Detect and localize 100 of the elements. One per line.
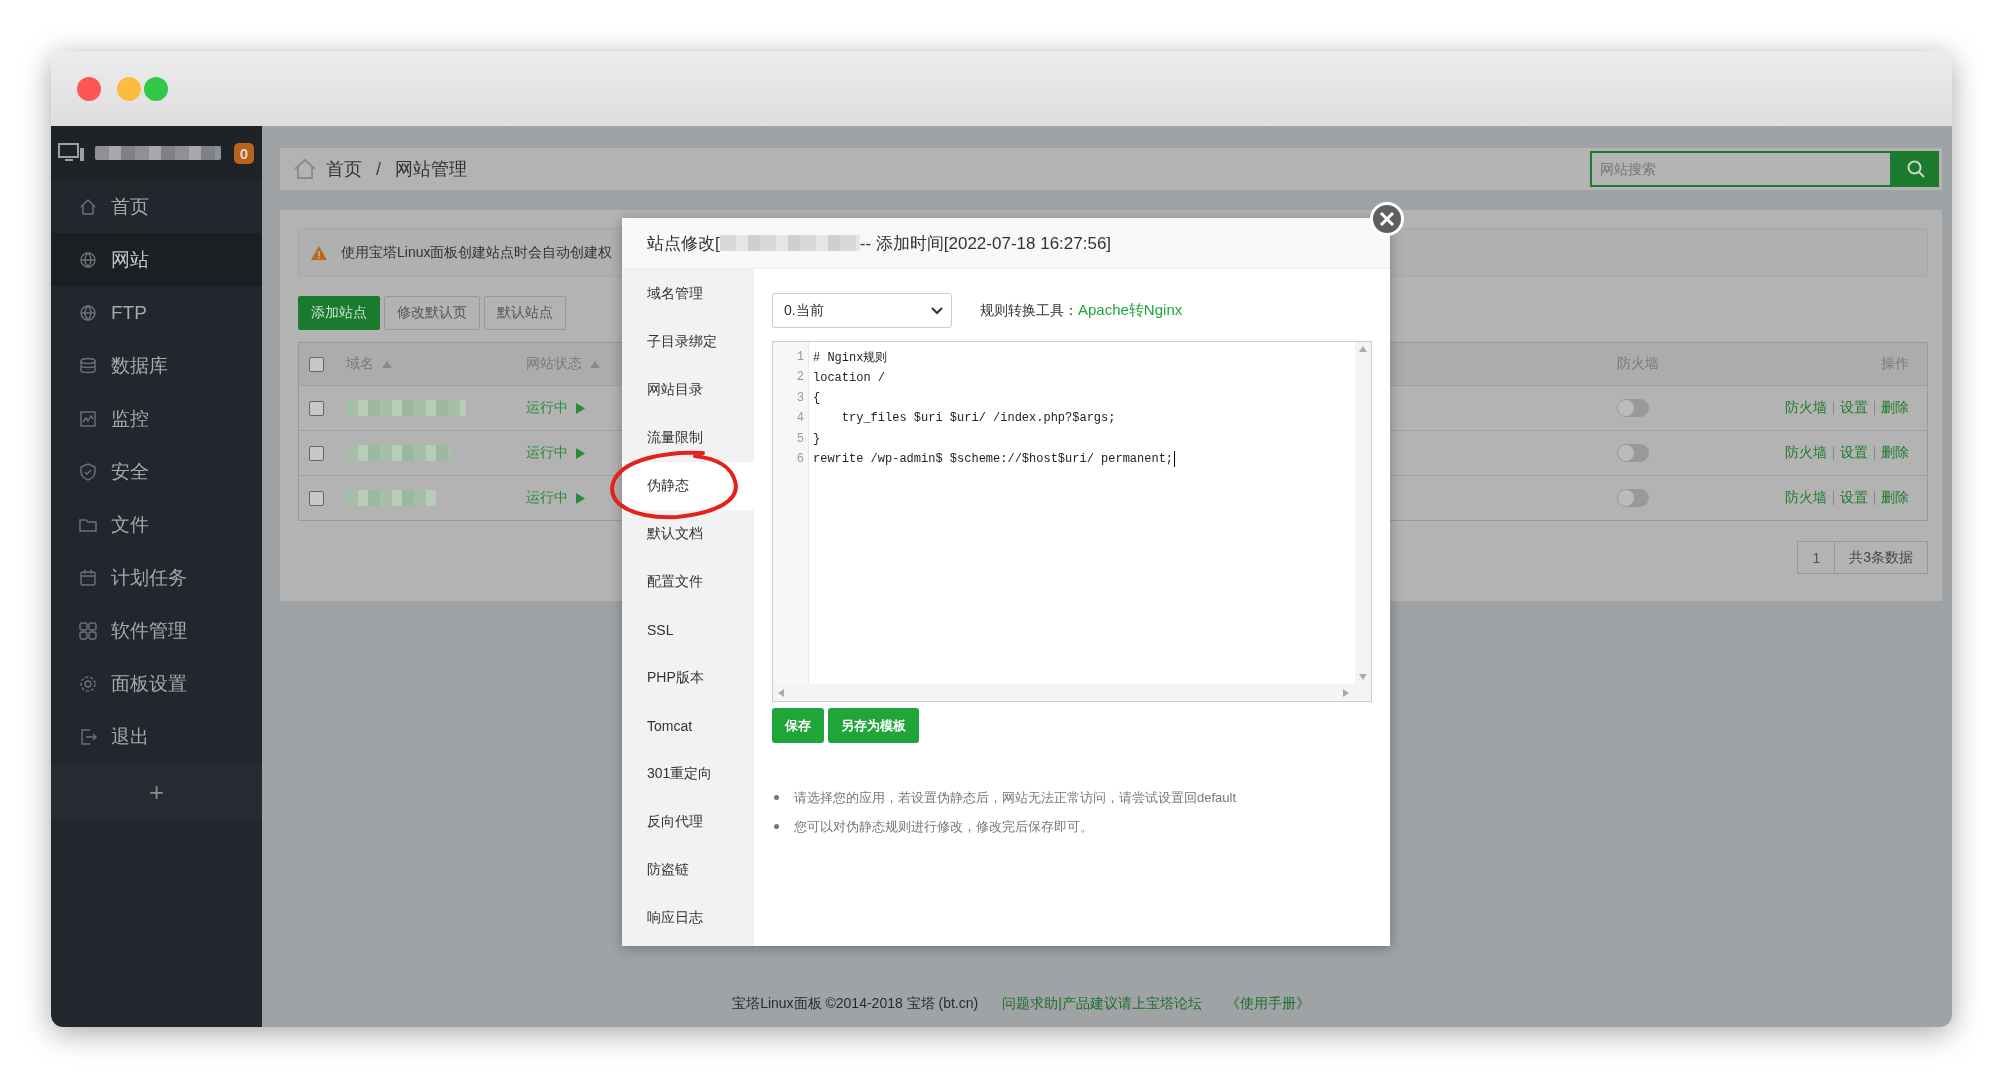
checkbox[interactable] [309, 490, 324, 506]
save-button[interactable]: 保存 [772, 708, 824, 743]
code-line: } [813, 431, 821, 446]
breadcrumb-separator: / [376, 158, 381, 180]
checkbox[interactable] [309, 356, 324, 372]
help-text: 请选择您的应用，若设置伪静态后，网站无法正常访问，请尝试设置回default [794, 788, 1237, 807]
warning-icon [311, 245, 327, 260]
sidebar-item[interactable]: 文件 [51, 498, 262, 551]
sidebar-item[interactable]: 软件管理 [51, 604, 262, 657]
settings-tab[interactable]: PHP版本 [622, 654, 754, 702]
rule-select[interactable]: 0.当前 [772, 293, 952, 328]
notice-text: 使用宝塔Linux面板创建站点时会自动创建权 [341, 243, 613, 262]
converter-label: 规则转换工具： [980, 301, 1078, 320]
toolbar-button[interactable]: 添加站点 [298, 296, 380, 330]
breadcrumb-link[interactable]: 首页 [326, 157, 362, 181]
shield-icon [79, 462, 97, 481]
notification-badge[interactable]: 0 [233, 142, 254, 164]
modal-title: 站点修改[ [647, 232, 720, 255]
settings-tab[interactable]: 网站目录 [622, 366, 754, 414]
code-line: try_files $uri $uri/ /index.php?$args; [840, 411, 1116, 426]
settings-tab[interactable]: 子目录绑定 [622, 318, 754, 366]
add-button[interactable]: + [142, 776, 171, 808]
code-line: rewrite /wp-admin$ $scheme://$host$uri/ permanent; [813, 452, 1174, 467]
code-line: # Nginx规则 [813, 349, 888, 366]
search-button[interactable] [1892, 151, 1939, 187]
sort-icon[interactable] [382, 360, 392, 368]
save-button[interactable]: 另存为模板 [828, 708, 919, 743]
checkbox[interactable] [309, 400, 324, 416]
copyright-text: 宝塔Linux面板 ©2014-2018 宝塔 (bt.cn) [732, 994, 979, 1013]
text-cursor [1174, 451, 1176, 468]
status-text: 运行中 [526, 399, 568, 417]
chart-icon [79, 409, 97, 428]
calendar-icon [79, 568, 97, 587]
globe-icon [79, 250, 97, 269]
sidebar-item[interactable]: FTP [51, 286, 262, 339]
status-text: 运行中 [526, 444, 568, 462]
settings-tab[interactable]: 伪静态 [622, 462, 754, 510]
settings-tab[interactable]: 流量限制 [622, 414, 754, 462]
line-number: 2 [795, 369, 805, 387]
line-number: 6 [795, 450, 805, 468]
converter-link[interactable]: Apache转Nginx [1078, 301, 1183, 320]
gear-icon [79, 674, 97, 693]
scrollbar[interactable] [773, 684, 1371, 701]
scroll-right-icon[interactable] [1343, 688, 1349, 697]
settings-tab[interactable]: 配置文件 [622, 558, 754, 606]
bullet-icon [774, 824, 779, 829]
line-number: 1 [795, 349, 805, 366]
bullet-icon [774, 795, 779, 800]
settings-tab[interactable]: 反向代理 [622, 798, 754, 846]
record-count: 共3条数据 [1835, 541, 1928, 574]
toggle-switch[interactable] [1617, 399, 1649, 417]
exit-icon [79, 727, 97, 746]
code-line: location / [813, 370, 885, 385]
code-editor[interactable]: 1 2 3 4 5 6 # Nginx规则 location / { try_files $uri $uri/ /index.php?$args; } rewrite /wp-admin$ $scheme://$host$uri/ permanent; [772, 341, 1372, 702]
toggle-switch[interactable] [1617, 489, 1649, 507]
play-icon [576, 447, 585, 459]
line-number: 5 [795, 430, 805, 448]
scroll-down-icon[interactable] [1359, 674, 1367, 680]
window-controls-icon[interactable] [76, 75, 170, 102]
sidebar-item[interactable]: 计划任务 [51, 551, 262, 604]
page-number[interactable]: 1 [1797, 541, 1836, 574]
toolbar-button[interactable]: 默认站点 [484, 296, 566, 330]
database-icon [79, 356, 97, 375]
sidebar-item[interactable]: 监控 [51, 392, 262, 445]
sort-icon[interactable] [590, 360, 600, 368]
modal-title: -- 添加时间[2022-07-18 16:27:56] [859, 232, 1112, 255]
monitor-icon [58, 143, 85, 163]
breadcrumb-link[interactable]: 网站管理 [395, 157, 467, 181]
sidebar-item[interactable]: 退出 [51, 710, 262, 763]
line-number: 4 [795, 410, 805, 428]
toggle-switch[interactable] [1617, 444, 1649, 462]
globe-icon [79, 303, 97, 322]
checkbox[interactable] [309, 445, 324, 461]
home-icon [79, 197, 97, 216]
scroll-left-icon[interactable] [778, 688, 784, 697]
chevron-icon [931, 306, 943, 315]
scrollbar[interactable] [1355, 342, 1371, 684]
settings-tab[interactable]: SSL [622, 606, 754, 654]
play-icon [576, 402, 585, 414]
toolbar-button[interactable]: 修改默认页 [384, 296, 480, 330]
help-text: 您可以对伪静态规则进行修改，修改完后保存即可。 [794, 817, 1093, 836]
sidebar-item[interactable]: 数据库 [51, 339, 262, 392]
settings-tab[interactable]: 防盗链 [622, 846, 754, 894]
status-text: 运行中 [526, 489, 568, 507]
sidebar-item[interactable]: 首页 [51, 180, 262, 233]
search-field[interactable]: 网站搜索 [1590, 151, 1892, 187]
grid-icon [79, 621, 97, 640]
settings-tab[interactable]: 响应日志 [622, 894, 754, 942]
home-icon[interactable] [294, 159, 316, 179]
code-line: { [813, 390, 821, 405]
sidebar-item[interactable]: 安全 [51, 445, 262, 498]
line-number: 3 [795, 389, 805, 407]
settings-tab[interactable]: 默认文档 [622, 510, 754, 558]
scroll-up-icon[interactable] [1359, 346, 1367, 352]
sidebar-item[interactable]: 网站 [51, 233, 262, 286]
play-icon [576, 492, 585, 504]
sidebar-item[interactable]: 面板设置 [51, 657, 262, 710]
settings-tab[interactable]: 域名管理 [622, 270, 754, 318]
settings-tab[interactable]: Tomcat [622, 702, 754, 750]
settings-tab[interactable]: 301重定向 [622, 750, 754, 798]
